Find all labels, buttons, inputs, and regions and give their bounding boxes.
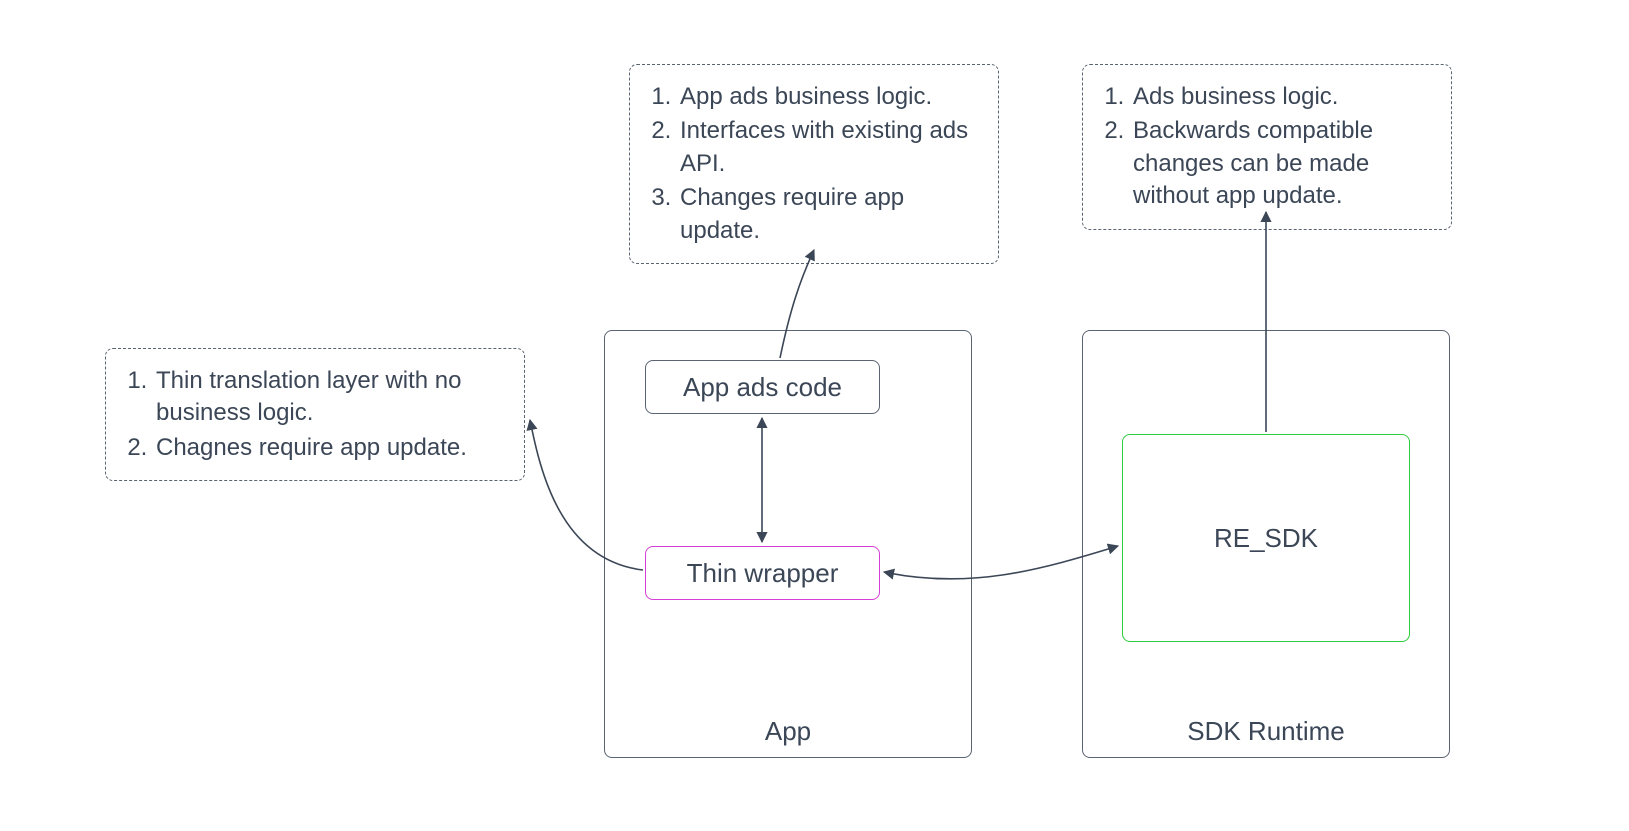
app-ads-code-box: App ads code bbox=[645, 360, 880, 414]
note-thin-wrapper-item: Chagnes require app update. bbox=[154, 432, 506, 464]
thin-wrapper-label: Thin wrapper bbox=[687, 558, 839, 589]
note-app-ads-item: Interfaces with existing ads API. bbox=[678, 115, 980, 180]
note-sdk-runtime-item: Backwards compatible changes can be made… bbox=[1131, 115, 1433, 212]
note-app-ads-item: Changes require app update. bbox=[678, 182, 980, 247]
diagram-canvas: App SDK Runtime App ads code Thin wrappe… bbox=[0, 0, 1629, 831]
sdk-runtime-container-label: SDK Runtime bbox=[1083, 716, 1449, 747]
note-thin-wrapper: Thin translation layer with no business … bbox=[105, 348, 525, 481]
note-app-ads: App ads business logic. Interfaces with … bbox=[629, 64, 999, 264]
thin-wrapper-box: Thin wrapper bbox=[645, 546, 880, 600]
app-ads-code-label: App ads code bbox=[683, 372, 842, 403]
note-app-ads-item: App ads business logic. bbox=[678, 81, 980, 113]
re-sdk-box: RE_SDK bbox=[1122, 434, 1410, 642]
note-sdk-runtime-item: Ads business logic. bbox=[1131, 81, 1433, 113]
re-sdk-label: RE_SDK bbox=[1214, 523, 1318, 554]
note-sdk-runtime: Ads business logic. Backwards compatible… bbox=[1082, 64, 1452, 230]
app-container-label: App bbox=[605, 716, 971, 747]
note-thin-wrapper-item: Thin translation layer with no business … bbox=[154, 365, 506, 430]
